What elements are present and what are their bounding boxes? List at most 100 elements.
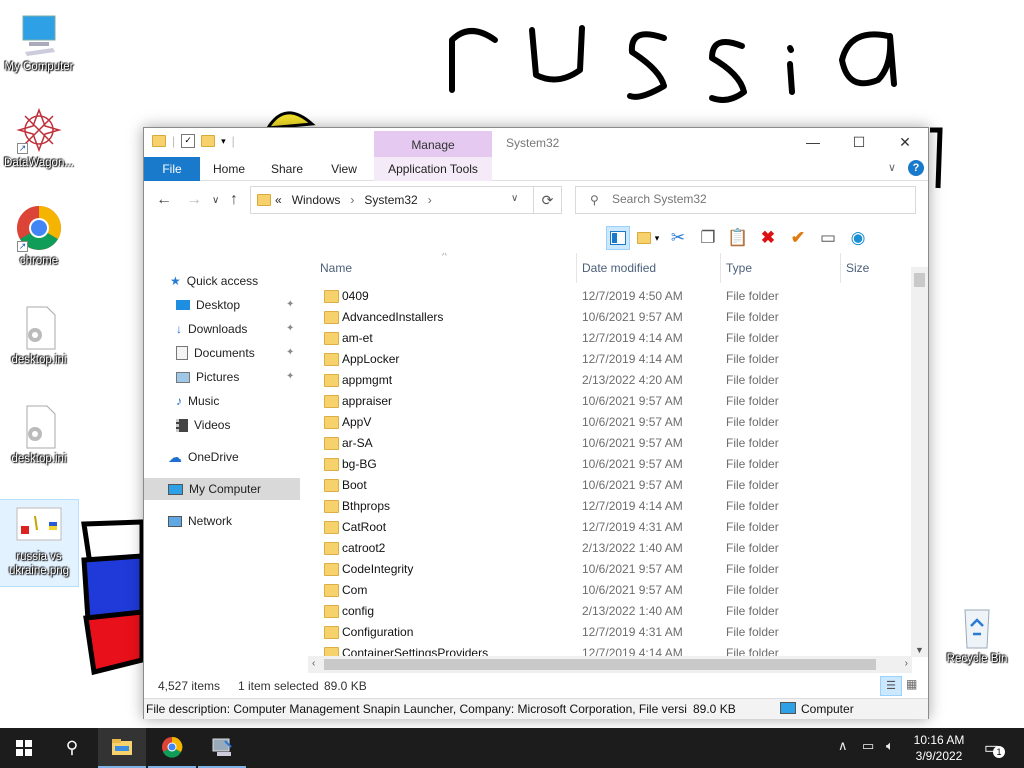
- chevron-right-icon[interactable]: ›: [350, 193, 354, 207]
- paste-icon[interactable]: 📋: [726, 226, 750, 250]
- table-row[interactable]: Boot 10/6/2021 9:57 AM File folder: [308, 475, 908, 496]
- table-row[interactable]: appraiser 10/6/2021 9:57 AM File folder: [308, 391, 908, 412]
- scroll-thumb[interactable]: [324, 659, 876, 670]
- nav-music[interactable]: ♪ Music: [176, 390, 219, 412]
- table-row[interactable]: AppLocker 12/7/2019 4:14 AM File folder: [308, 349, 908, 370]
- checkmark-icon[interactable]: ✔: [786, 226, 810, 250]
- column-header-type[interactable]: Type: [726, 261, 752, 275]
- nav-quick-access[interactable]: ★ Quick access: [170, 270, 258, 292]
- taskbar-computer-management[interactable]: [198, 728, 246, 768]
- clock[interactable]: 10:16 AM 3/9/2022: [910, 732, 968, 764]
- recent-locations-icon[interactable]: ∨: [212, 195, 219, 206]
- desktop-icon-chrome[interactable]: ↗ chrome: [0, 204, 78, 268]
- close-button[interactable]: ✕: [882, 128, 928, 156]
- start-button[interactable]: [0, 728, 48, 768]
- desktop-icon-desktop-ini-1[interactable]: desktop.ini: [0, 303, 78, 367]
- table-row[interactable]: ContainerSettingsProviders 12/7/2019 4:14…: [308, 643, 908, 656]
- globe-icon[interactable]: ◉: [846, 226, 870, 250]
- delete-icon[interactable]: ✖: [756, 226, 780, 250]
- tab-share[interactable]: Share: [262, 157, 312, 181]
- column-header-size[interactable]: Size: [846, 261, 869, 275]
- table-row[interactable]: AppV 10/6/2021 9:57 AM File folder: [308, 412, 908, 433]
- table-row[interactable]: catroot2 2/13/2022 1:40 AM File folder: [308, 538, 908, 559]
- scroll-down-icon[interactable]: ▼: [915, 645, 924, 655]
- taskbar-file-explorer[interactable]: [98, 728, 146, 768]
- column-divider[interactable]: [576, 253, 577, 283]
- scroll-right-icon[interactable]: ›: [905, 658, 908, 669]
- desktop-icon-datawagon[interactable]: ↗ DataWagon...: [0, 106, 78, 170]
- nav-network[interactable]: Network: [168, 510, 232, 532]
- notifications-button[interactable]: ▭ 1: [984, 738, 1005, 758]
- column-header-date[interactable]: Date modified: [582, 261, 656, 275]
- new-folder-dropdown-icon[interactable]: ▾: [636, 226, 660, 250]
- nav-downloads[interactable]: ↓ Downloads ✦: [176, 318, 302, 340]
- show-hidden-icons-icon[interactable]: ∧: [838, 738, 848, 754]
- properties-icon[interactable]: ✓: [181, 134, 196, 148]
- vertical-scrollbar[interactable]: ▼: [911, 267, 928, 657]
- tab-application-tools[interactable]: Application Tools: [374, 157, 492, 181]
- table-row[interactable]: CodeIntegrity 10/6/2021 9:57 AM File folde…: [308, 559, 908, 580]
- nav-documents[interactable]: Documents ✦: [176, 342, 302, 364]
- volume-icon[interactable]: 🔈︎: [886, 738, 894, 754]
- table-row[interactable]: ar-SA 10/6/2021 9:57 AM File folder: [308, 433, 908, 454]
- scroll-thumb[interactable]: [914, 273, 925, 287]
- scroll-left-icon[interactable]: ‹: [312, 658, 315, 669]
- customize-dropdown-icon[interactable]: ▾: [221, 136, 226, 147]
- manage-contextual-tab[interactable]: Manage: [374, 131, 492, 157]
- preview-pane-icon[interactable]: [606, 226, 630, 250]
- taskbar-chrome[interactable]: [148, 728, 196, 768]
- pin-icon[interactable]: ✦: [286, 366, 294, 388]
- address-dropdown-icon[interactable]: ∨: [511, 193, 518, 204]
- expand-ribbon-icon[interactable]: ∨: [888, 161, 896, 174]
- nav-onedrive[interactable]: ☁ OneDrive: [168, 446, 239, 468]
- nav-my-computer[interactable]: My Computer: [144, 478, 300, 500]
- desktop-icon-russia-vs-ukraine[interactable]: russia vs ukraine.png: [0, 499, 79, 587]
- table-row[interactable]: config 2/13/2022 1:40 AM File folder: [308, 601, 908, 622]
- pin-icon[interactable]: ✦: [286, 294, 294, 316]
- nav-videos[interactable]: Videos: [176, 414, 230, 436]
- rename-icon[interactable]: ▭: [816, 226, 840, 250]
- desktop-icon-recycle-bin[interactable]: Recycle Bin: [938, 602, 1016, 666]
- help-icon[interactable]: ?: [908, 160, 924, 176]
- table-row[interactable]: 0409 12/7/2019 4:50 AM File folder: [308, 286, 908, 307]
- tab-home[interactable]: Home: [206, 157, 252, 181]
- table-row[interactable]: Configuration 12/7/2019 4:31 AM File folde…: [308, 622, 908, 643]
- table-row[interactable]: Bthprops 12/7/2019 4:14 AM File folder: [308, 496, 908, 517]
- address-bar[interactable]: « Windows › System32 › ∨: [250, 186, 534, 214]
- breadcrumb-overflow[interactable]: «: [275, 193, 282, 207]
- breadcrumb-system32[interactable]: System32: [364, 193, 417, 207]
- large-icons-view-icon[interactable]: ▦: [906, 677, 917, 691]
- details-view-icon[interactable]: ☰: [880, 676, 902, 696]
- table-row[interactable]: CatRoot 12/7/2019 4:31 AM File folder: [308, 517, 908, 538]
- desktop-icon-desktop-ini-2[interactable]: desktop.ini: [0, 402, 78, 466]
- horizontal-scrollbar[interactable]: ‹ ›: [308, 656, 912, 673]
- maximize-button[interactable]: ☐: [836, 128, 882, 156]
- pin-icon[interactable]: ✦: [286, 342, 294, 364]
- network-status-icon[interactable]: ▭: [862, 738, 874, 754]
- chevron-right-icon[interactable]: ›: [428, 193, 432, 207]
- search-button[interactable]: ⚲: [48, 728, 96, 768]
- search-input[interactable]: [612, 192, 892, 206]
- minimize-button[interactable]: —: [790, 128, 836, 156]
- desktop-icon-my-computer[interactable]: My Computer: [0, 10, 78, 74]
- column-divider[interactable]: [840, 253, 841, 283]
- table-row[interactable]: AdvancedInstallers 10/6/2021 9:57 AM File …: [308, 307, 908, 328]
- forward-arrow-icon[interactable]: →: [186, 191, 202, 209]
- tab-view[interactable]: View: [320, 157, 368, 181]
- column-divider[interactable]: [720, 253, 721, 283]
- table-row[interactable]: bg-BG 10/6/2021 9:57 AM File folder: [308, 454, 908, 475]
- breadcrumb-windows[interactable]: Windows: [292, 193, 341, 207]
- nav-desktop[interactable]: Desktop ✦: [176, 294, 302, 316]
- pin-icon[interactable]: ✦: [286, 318, 294, 340]
- new-folder-icon[interactable]: [201, 135, 216, 147]
- nav-pictures[interactable]: Pictures ✦: [176, 366, 302, 388]
- refresh-button[interactable]: ⟳: [534, 186, 562, 214]
- up-arrow-icon[interactable]: ↑: [230, 191, 238, 209]
- cut-icon[interactable]: ✂: [666, 226, 690, 250]
- back-arrow-icon[interactable]: ←: [156, 191, 172, 209]
- search-box[interactable]: ⚲: [575, 186, 916, 214]
- copy-icon[interactable]: ❐: [696, 226, 720, 250]
- column-header-name[interactable]: Name: [320, 261, 352, 275]
- table-row[interactable]: am-et 12/7/2019 4:14 AM File folder: [308, 328, 908, 349]
- table-row[interactable]: Com 10/6/2021 9:57 AM File folder: [308, 580, 908, 601]
